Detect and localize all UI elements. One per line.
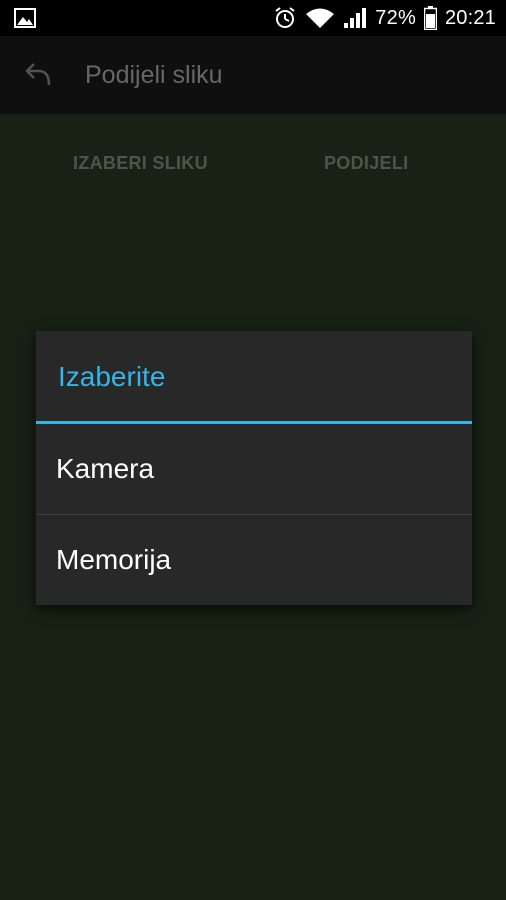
share-button[interactable]: PODIJELI bbox=[324, 146, 408, 180]
signal-icon bbox=[343, 7, 367, 29]
battery-icon bbox=[423, 6, 437, 30]
wifi-icon bbox=[305, 7, 335, 29]
page-title: Podijeli sliku bbox=[85, 61, 223, 89]
option-label: Kamera bbox=[56, 453, 155, 484]
option-camera[interactable]: Kamera bbox=[36, 424, 472, 514]
screen: 72% 20:21 Podijeli sliku IZABERI SLIKU P… bbox=[0, 0, 506, 900]
dialog-title: Izaberite bbox=[58, 361, 166, 392]
status-icons: 72% 20:21 bbox=[273, 0, 496, 36]
choose-image-button[interactable]: IZABERI SLIKU bbox=[73, 146, 208, 180]
status-bar: 72% 20:21 bbox=[0, 0, 506, 36]
alarm-icon bbox=[273, 6, 297, 30]
image-icon bbox=[14, 8, 36, 28]
battery-percent: 72% bbox=[375, 6, 416, 29]
choose-source-dialog: Izaberite Kamera Memorija bbox=[36, 331, 472, 605]
clock: 20:21 bbox=[444, 6, 496, 29]
back-arrow-icon bbox=[24, 61, 52, 92]
back-button[interactable] bbox=[18, 56, 58, 96]
action-bar: Podijeli sliku bbox=[0, 36, 506, 114]
option-memory[interactable]: Memorija bbox=[36, 515, 472, 605]
option-label: Memorija bbox=[56, 544, 172, 575]
